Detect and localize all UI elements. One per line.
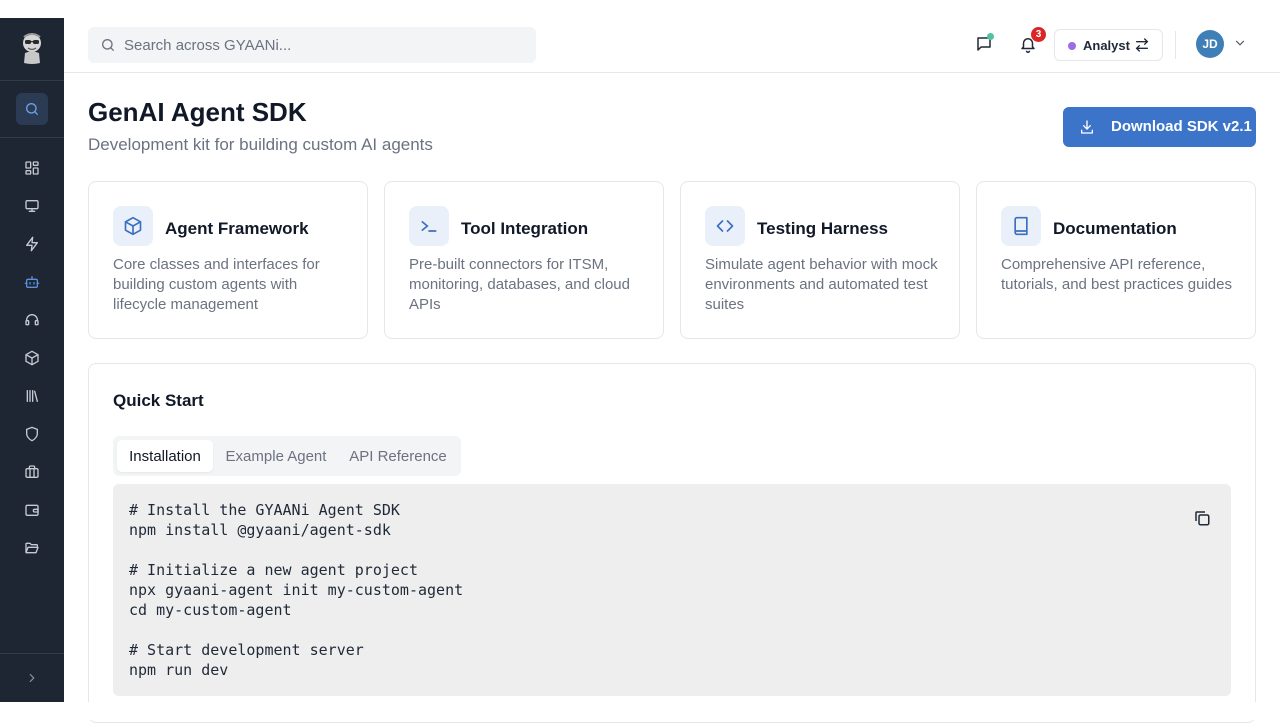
- card-title: Tool Integration: [461, 219, 589, 238]
- package-icon: [25, 350, 39, 366]
- top-header: 3 Analyst JD: [64, 18, 1280, 73]
- sidebar-item-agents[interactable]: [20, 270, 44, 294]
- copy-icon[interactable]: [1193, 509, 1211, 527]
- card-agent-framework[interactable]: Agent Framework Core classes and interfa…: [88, 181, 368, 339]
- sidebar-divider: [0, 653, 64, 654]
- sidebar-divider: [0, 137, 64, 138]
- card-icon: [409, 206, 449, 246]
- book-icon: [1014, 216, 1028, 236]
- search-input[interactable]: [124, 27, 524, 63]
- global-search[interactable]: [88, 27, 536, 63]
- quick-start-panel: Quick Start Installation Example Agent A…: [88, 363, 1256, 723]
- card-icon: [705, 206, 745, 246]
- sidebar-item-security[interactable]: [20, 422, 44, 446]
- code-block: # Install the GYAANi Agent SDK npm insta…: [113, 484, 1231, 696]
- notifications-button[interactable]: 3: [1014, 27, 1046, 58]
- notification-badge: 3: [1031, 27, 1046, 42]
- library-icon: [26, 390, 38, 402]
- sidebar-item-portfolio[interactable]: [20, 460, 44, 484]
- swap-icon: [1135, 38, 1149, 52]
- tab-api-reference[interactable]: API Reference: [339, 440, 457, 472]
- zap-icon: [26, 236, 38, 252]
- package-icon: [124, 216, 142, 236]
- role-status-dot: [1068, 42, 1076, 50]
- sidebar-item-support[interactable]: [20, 308, 44, 332]
- card-icon: [113, 206, 153, 246]
- logo[interactable]: [16, 31, 48, 65]
- terminal-icon: [421, 221, 437, 232]
- unread-dot: [987, 33, 994, 40]
- card-title: Documentation: [1053, 219, 1177, 238]
- sidebar-item-monitor[interactable]: [20, 194, 44, 218]
- folder-icon: [25, 542, 39, 554]
- card-testing-harness[interactable]: Testing Harness Simulate agent behavior …: [680, 181, 960, 339]
- sidebar-item-library[interactable]: [20, 384, 44, 408]
- page-title: GenAI Agent SDK: [88, 97, 307, 127]
- card-title: Testing Harness: [757, 219, 889, 238]
- card-icon: [1001, 206, 1041, 246]
- chevron-down-icon[interactable]: [1233, 36, 1247, 50]
- search-icon: [26, 103, 38, 115]
- code-content: # Install the GYAANi Agent SDK npm insta…: [129, 501, 464, 679]
- sidebar-item-dashboard[interactable]: [20, 156, 44, 180]
- dashboard-icon: [25, 161, 39, 175]
- page-subtitle: Development kit for building custom AI a…: [88, 135, 433, 154]
- briefcase-icon: [25, 465, 39, 478]
- quick-start-tabs: Installation Example Agent API Reference: [113, 436, 461, 476]
- bottom-band: [0, 702, 1280, 720]
- search-icon: [102, 39, 114, 51]
- chevron-right-icon: [29, 673, 35, 683]
- quick-start-title: Quick Start: [113, 391, 204, 410]
- sidebar-item-files[interactable]: [20, 536, 44, 560]
- tab-installation[interactable]: Installation: [117, 440, 213, 472]
- card-documentation[interactable]: Documentation Comprehensive API referenc…: [976, 181, 1256, 339]
- sidebar: [0, 18, 64, 702]
- headset-icon: [25, 314, 39, 326]
- card-tool-integration[interactable]: Tool Integration Pre-built connectors fo…: [384, 181, 664, 339]
- card-title: Agent Framework: [165, 219, 309, 238]
- download-sdk-button[interactable]: Download SDK v2.1: [1063, 107, 1256, 147]
- role-label: Analyst: [1083, 38, 1130, 53]
- sidebar-item-search[interactable]: [16, 93, 48, 125]
- card-description: Pre-built connectors for ITSM, monitorin…: [409, 256, 630, 313]
- bot-icon: [24, 276, 40, 288]
- download-icon: [1081, 120, 1093, 134]
- wallet-icon: [25, 504, 39, 516]
- tab-example-agent[interactable]: Example Agent: [217, 440, 335, 472]
- sidebar-divider: [0, 80, 64, 81]
- top-band: [0, 0, 1280, 18]
- download-sdk-label: Download SDK v2.1: [1111, 118, 1252, 135]
- card-description: Comprehensive API reference, tutorials, …: [1001, 256, 1232, 293]
- monitor-icon: [25, 200, 39, 212]
- sidebar-item-wallet[interactable]: [20, 498, 44, 522]
- header-divider: [1175, 31, 1176, 59]
- sidebar-item-automation[interactable]: [20, 232, 44, 256]
- card-description: Core classes and interfaces for building…: [113, 256, 320, 313]
- code-icon: [716, 220, 734, 232]
- role-switcher[interactable]: Analyst: [1054, 29, 1163, 61]
- messages-button[interactable]: [970, 30, 998, 58]
- shield-icon: [26, 426, 38, 442]
- sidebar-expand-button[interactable]: [20, 666, 44, 690]
- card-description: Simulate agent behavior with mock enviro…: [705, 256, 938, 313]
- avatar[interactable]: JD: [1196, 30, 1224, 58]
- sidebar-item-packages[interactable]: [20, 346, 44, 370]
